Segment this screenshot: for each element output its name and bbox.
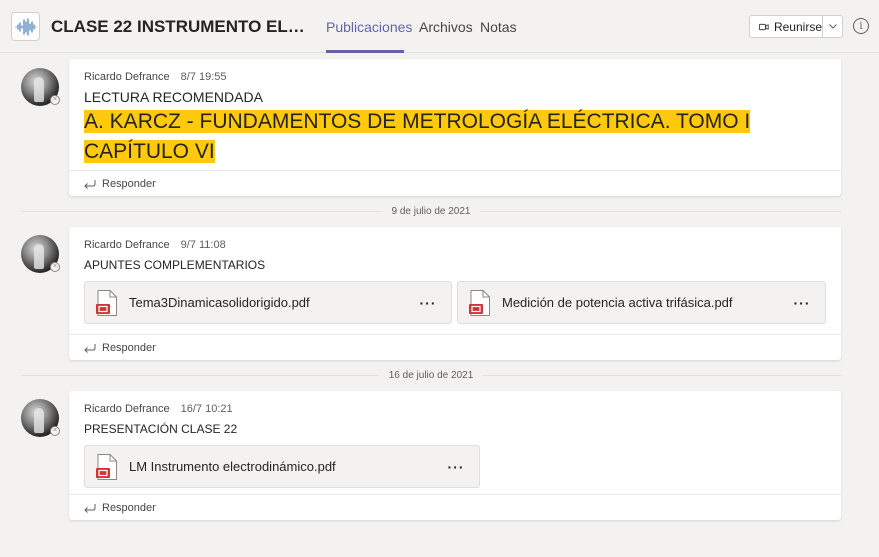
- waveform-icon: [14, 17, 37, 36]
- video-camera-icon: [759, 23, 769, 30]
- meet-button-label: Reunirse: [773, 19, 822, 34]
- file-name: Tema3Dinamicasolidorigido.pdf: [129, 295, 310, 310]
- channel-header: CLASE 22 INSTRUMENTO ELECT... Publicacio…: [0, 0, 879, 53]
- post-card: Ricardo Defrance 9/7 11:08 APUNTES COMPL…: [69, 227, 841, 360]
- active-tab-indicator: [326, 50, 404, 53]
- info-icon[interactable]: i: [853, 18, 869, 34]
- pdf-file-icon: [469, 289, 490, 316]
- date-separator-label: 9 de julio de 2021: [391, 205, 471, 217]
- post-meta: Ricardo Defrance 9/7 11:08: [84, 239, 826, 254]
- post-subject: APUNTES COMPLEMENTARIOS: [84, 258, 266, 272]
- pdf-file-icon: [96, 289, 117, 316]
- post-timestamp: 9/7 11:08: [180, 239, 226, 251]
- more-options-icon[interactable]: ···: [443, 459, 469, 475]
- more-options-icon[interactable]: ···: [415, 295, 441, 311]
- chevron-down-icon: [828, 24, 837, 29]
- post-author[interactable]: Ricardo Defrance: [84, 239, 170, 251]
- highlighted-text: A. KARCZ - FUNDAMENTOS DE METROLOGÍA ELÉ…: [84, 110, 751, 163]
- post-card: Ricardo Defrance 8/7 19:55 LECTURA RECOM…: [69, 59, 841, 196]
- presence-offline-icon: ×: [50, 95, 60, 105]
- pdf-file-icon: [96, 453, 117, 480]
- date-separator: 16 de julio de 2021: [21, 368, 841, 382]
- team-title: CLASE 22 INSTRUMENTO ELECT...: [51, 17, 313, 36]
- meet-button[interactable]: Reunirse: [750, 16, 823, 37]
- post-timestamp: 8/7 19:55: [180, 71, 227, 83]
- file-attachment[interactable]: Medición de potencia activa trifásica.pd…: [457, 281, 826, 324]
- reply-arrow-icon: [84, 503, 96, 513]
- reply-label: Responder: [102, 341, 156, 354]
- reply-label: Responder: [102, 501, 156, 514]
- post-author[interactable]: Ricardo Defrance: [84, 403, 170, 415]
- file-name: LM Instrumento electrodinámico.pdf: [129, 459, 336, 474]
- more-options-icon[interactable]: ···: [789, 295, 815, 311]
- post-card: Ricardo Defrance 16/7 10:21 PRESENTACIÓN…: [69, 391, 841, 520]
- tab-publicaciones[interactable]: Publicaciones: [326, 19, 412, 35]
- post-meta: Ricardo Defrance 8/7 19:55: [84, 71, 826, 86]
- file-attachment[interactable]: LM Instrumento electrodinámico.pdf ···: [84, 445, 480, 488]
- reply-arrow-icon: [84, 179, 96, 189]
- post-subject: LECTURA RECOMENDADA: [84, 89, 263, 105]
- meet-options-button[interactable]: [823, 24, 842, 29]
- presence-offline-icon: ×: [50, 426, 60, 436]
- date-separator: 9 de julio de 2021: [21, 204, 841, 218]
- reply-button[interactable]: Responder: [69, 170, 841, 196]
- reply-button[interactable]: Responder: [69, 494, 841, 520]
- reply-arrow-icon: [84, 343, 96, 353]
- meet-button-group: Reunirse: [749, 15, 843, 38]
- post-author[interactable]: Ricardo Defrance: [84, 71, 170, 83]
- reply-label: Responder: [102, 177, 156, 190]
- team-avatar[interactable]: [11, 12, 40, 41]
- file-name: Medición de potencia activa trifásica.pd…: [502, 295, 733, 310]
- presence-offline-icon: ×: [50, 262, 60, 272]
- post-timestamp: 16/7 10:21: [180, 403, 233, 415]
- tab-notas[interactable]: Notas: [480, 19, 517, 35]
- post-subject: PRESENTACIÓN CLASE 22: [84, 422, 238, 436]
- tab-archivos[interactable]: Archivos: [419, 19, 473, 35]
- reply-button[interactable]: Responder: [69, 334, 841, 360]
- file-attachment[interactable]: Tema3Dinamicasolidorigido.pdf ···: [84, 281, 452, 324]
- date-separator-label: 16 de julio de 2021: [388, 369, 474, 381]
- post-meta: Ricardo Defrance 16/7 10:21: [84, 403, 826, 418]
